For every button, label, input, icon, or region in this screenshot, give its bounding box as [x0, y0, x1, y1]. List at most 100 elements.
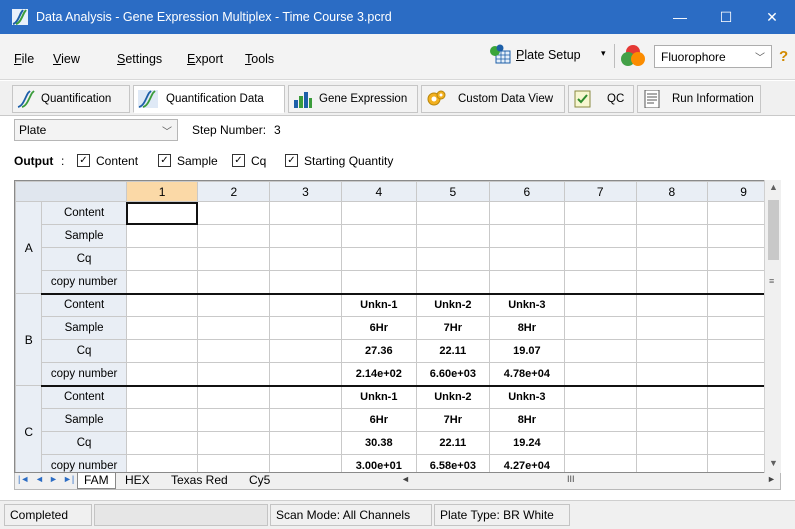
grid-cell[interactable]	[197, 431, 271, 455]
grid-cell[interactable]	[125, 339, 199, 363]
column-header-6[interactable]: 6	[488, 181, 565, 202]
column-header-8[interactable]: 8	[635, 181, 709, 202]
tab-run-information[interactable]: Run Information	[637, 85, 761, 113]
plate-setup-dropdown-icon[interactable]: ▾	[601, 48, 606, 59]
horizontal-scroll-grip[interactable]: III	[567, 474, 575, 484]
grid-cell[interactable]	[415, 270, 490, 295]
grid-cell[interactable]	[197, 408, 271, 432]
minimize-button[interactable]: —	[657, 0, 703, 34]
row-group-b[interactable]: B	[15, 293, 43, 386]
first-sheet-icon[interactable]: |◄	[18, 474, 29, 484]
grid-cell[interactable]: Unkn-1	[340, 385, 417, 409]
grid-cell[interactable]: 7Hr	[415, 316, 490, 340]
scroll-down-icon[interactable]: ▼	[769, 458, 778, 468]
grid-cell[interactable]	[340, 247, 417, 271]
grid-cell[interactable]	[125, 316, 199, 340]
content-checkbox[interactable]: ✓	[77, 154, 90, 167]
sheet-tab-texas-red[interactable]: Texas Red	[165, 473, 234, 489]
menu-tools[interactable]: Tools	[245, 52, 274, 66]
grid-cell[interactable]	[269, 454, 342, 472]
grid-cell[interactable]	[197, 224, 271, 248]
grid-cell[interactable]	[563, 408, 637, 432]
grid-cell[interactable]	[635, 454, 709, 472]
grid-cell[interactable]: 19.07	[488, 339, 565, 363]
scroll-left-icon[interactable]: ◄	[401, 474, 410, 484]
grid-cell[interactable]	[269, 362, 342, 387]
grid-cell[interactable]: 4.27e+04	[488, 454, 565, 472]
maximize-button[interactable]: ☐	[703, 0, 749, 34]
grid-cell[interactable]: 6Hr	[340, 316, 417, 340]
grid-cell[interactable]: 6.60e+03	[415, 362, 490, 387]
grid-cell[interactable]	[269, 201, 342, 225]
next-sheet-icon[interactable]: ►	[49, 474, 58, 484]
grid-cell[interactable]	[125, 385, 199, 409]
grid-cell[interactable]	[488, 247, 565, 271]
grid-cell[interactable]	[635, 316, 709, 340]
grid-cell[interactable]	[415, 224, 490, 248]
grid-cell[interactable]	[563, 224, 637, 248]
tab-quantification-data[interactable]: Quantification Data	[133, 85, 285, 113]
grid-cell[interactable]: 30.38	[340, 431, 417, 455]
grid-cell[interactable]	[563, 431, 637, 455]
grid-cell[interactable]	[415, 201, 490, 225]
plate-view-select[interactable]: Plate ﹀	[14, 119, 178, 141]
grid-cell[interactable]: Unkn-3	[488, 385, 565, 409]
grid-cell[interactable]	[197, 454, 271, 472]
fluorophore-color-icon[interactable]	[620, 44, 646, 68]
grid-cell[interactable]	[269, 408, 342, 432]
grid-cell[interactable]: 22.11	[415, 339, 490, 363]
grid-cell[interactable]	[197, 316, 271, 340]
grid-cell[interactable]	[635, 224, 709, 248]
grid-cell[interactable]: 6Hr	[340, 408, 417, 432]
grid-cell[interactable]	[269, 316, 342, 340]
column-header-4[interactable]: 4	[340, 181, 417, 202]
tab-qc[interactable]: QC	[568, 85, 634, 113]
grid-cell[interactable]	[269, 339, 342, 363]
grid-cell[interactable]: 7Hr	[415, 408, 490, 432]
grid-cell[interactable]	[125, 431, 199, 455]
sheet-tab-hex[interactable]: HEX	[119, 473, 156, 489]
column-header-2[interactable]: 2	[197, 181, 271, 202]
grid-cell[interactable]: 22.11	[415, 431, 490, 455]
scrollbar-thumb[interactable]	[768, 200, 779, 260]
starting-quantity-checkbox[interactable]: ✓	[285, 154, 298, 167]
grid-cell[interactable]	[563, 247, 637, 271]
grid-cell[interactable]	[635, 385, 709, 409]
grid-cell[interactable]	[340, 201, 417, 225]
grid-cell[interactable]	[197, 339, 271, 363]
row-group-c[interactable]: C	[15, 385, 43, 472]
grid-cell[interactable]	[269, 270, 342, 295]
grid-cell[interactable]	[635, 201, 709, 225]
cq-checkbox[interactable]: ✓	[232, 154, 245, 167]
menu-view[interactable]: View	[53, 52, 80, 66]
tab-quantification[interactable]: Quantification	[12, 85, 130, 113]
grid-cell[interactable]: 8Hr	[488, 316, 565, 340]
vertical-scrollbar[interactable]: ▲ ≡ ▼	[764, 180, 781, 473]
grid-cell[interactable]	[563, 385, 637, 409]
grid-cell[interactable]: Unkn-2	[415, 293, 490, 317]
grid-cell[interactable]	[269, 293, 342, 317]
sample-checkbox[interactable]: ✓	[158, 154, 171, 167]
help-icon[interactable]: ?	[779, 48, 788, 65]
column-header-5[interactable]: 5	[415, 181, 490, 202]
grid-cell[interactable]: 4.78e+04	[488, 362, 565, 387]
grid-cell[interactable]	[563, 293, 637, 317]
grid-cell[interactable]	[125, 454, 199, 472]
grid-cell[interactable]	[125, 201, 199, 225]
menu-file[interactable]: File	[14, 52, 34, 66]
grid-cell[interactable]	[563, 454, 637, 472]
plate-setup-button[interactable]: Plate Setup ▾	[488, 43, 610, 69]
grid-cell[interactable]	[197, 293, 271, 317]
grid-cell[interactable]	[488, 201, 565, 225]
grid-cell[interactable]	[125, 270, 199, 295]
grid-cell[interactable]	[125, 408, 199, 432]
grid-cell[interactable]: 8Hr	[488, 408, 565, 432]
grid-cell[interactable]	[563, 339, 637, 363]
tab-custom-data-view[interactable]: Custom Data View	[421, 85, 565, 113]
grid-cell[interactable]	[563, 362, 637, 387]
grid-cell[interactable]	[563, 270, 637, 295]
grid-cell[interactable]	[488, 224, 565, 248]
grid-cell[interactable]	[563, 316, 637, 340]
column-header-7[interactable]: 7	[563, 181, 637, 202]
grid-cell[interactable]	[125, 293, 199, 317]
